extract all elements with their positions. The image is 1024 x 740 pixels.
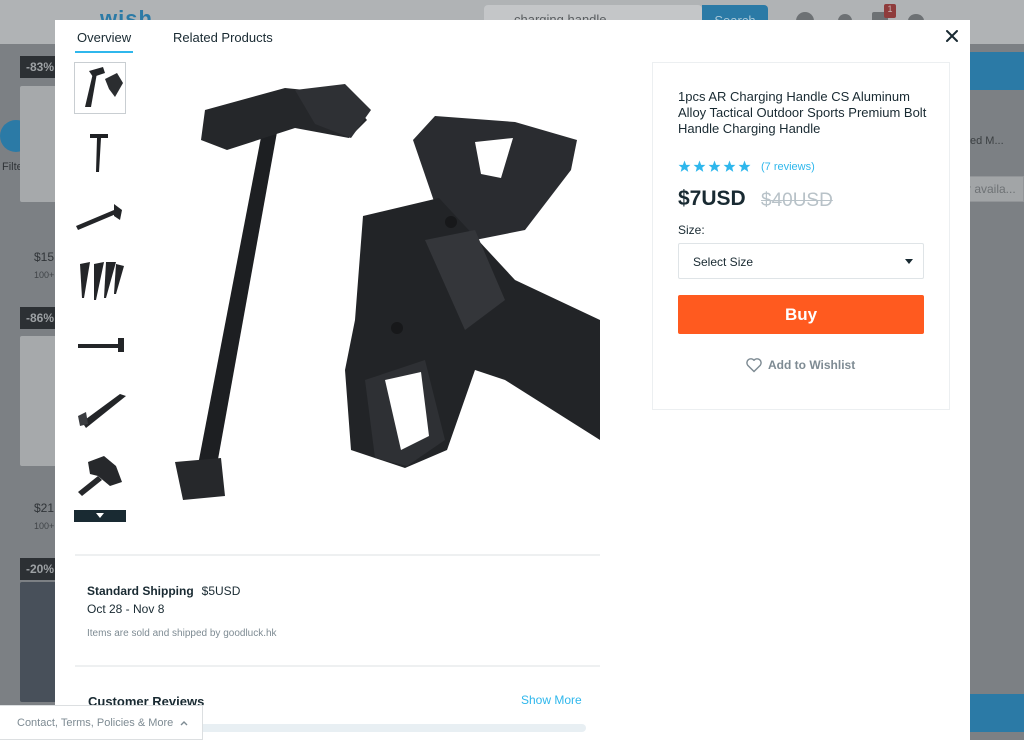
product-title: 1pcs AR Charging Handle CS Aluminum Allo… [678,89,927,136]
product-thumbnail-image [90,134,108,172]
product-modal: Overview Related Products Standard Shipp… [55,20,970,740]
chevron-down-icon [96,513,104,518]
buy-button[interactable]: Buy [678,295,924,334]
background-sub: 100+ [34,521,55,531]
product-info-panel: 1pcs AR Charging Handle CS Aluminum Allo… [652,62,950,410]
background-price: $15 [34,250,55,264]
product-thumbnail-image [78,394,126,428]
thumbnail[interactable] [74,62,126,114]
thumbnail[interactable] [74,126,126,178]
size-select-value: Select Size [693,255,754,269]
thumbnail-scroll-down-button[interactable] [74,510,126,522]
rating-stars: (7 reviews) [678,160,815,173]
product-thumbnail-image [76,204,122,230]
background-right-bar [970,52,1024,90]
thumbnail[interactable] [74,446,126,498]
review-count-link[interactable]: (7 reviews) [761,161,815,173]
shipping-title: Standard Shipping [87,584,194,598]
background-price: $21 [34,501,55,515]
background-right-text: ed M... [970,135,1004,147]
tab-overview[interactable]: Overview [74,30,134,53]
size-select[interactable]: Select Size [678,243,924,279]
add-to-wishlist-button[interactable]: Add to Wishlist [745,357,855,373]
shipping-price: $5USD [201,584,241,598]
thumbnail[interactable] [74,382,126,434]
product-thumbnail-image [78,338,124,352]
star-icon [708,160,721,172]
chevron-up-icon [180,721,188,726]
footer-link-label: Contact, Terms, Policies & More [17,717,174,729]
wishlist-label: Add to Wishlist [768,358,856,372]
tab-related-products[interactable]: Related Products [173,30,273,45]
background-product-image [20,336,60,466]
section-divider [75,554,600,556]
size-label: Size: [678,223,705,237]
background-sub: 100+ [34,270,55,280]
section-divider [75,665,600,667]
thumbnail[interactable] [74,190,126,242]
main-product-image [175,84,600,500]
product-thumbnail-image [85,67,123,107]
star-icon [738,160,751,172]
original-price: $40USD [761,190,833,211]
footer-policies-link[interactable]: Contact, Terms, Policies & More [0,705,203,740]
thumbnail[interactable] [74,318,126,370]
cart-count-badge: 1 [884,4,896,18]
caret-down-icon [905,259,913,264]
heart-outline-icon [746,358,762,373]
show-more-reviews-link[interactable]: Show More [521,693,582,707]
background-product-image [20,582,60,702]
background-discount-badge: -20% [20,558,56,580]
product-thumbnail-image [80,262,124,300]
thumbnail[interactable] [74,254,126,306]
background-discount-badge: -83% [20,56,56,78]
background-right-bar [970,694,1024,732]
seller-info: Items are sold and shipped by goodluck.h… [87,628,277,639]
star-icon [693,160,706,172]
close-button[interactable] [942,26,962,46]
current-price: $7USD [678,187,746,210]
shipping-info: Standard Shipping $5USD Oct 28 - Nov 8 It… [87,582,277,639]
close-icon [946,30,958,42]
star-icon [678,160,691,172]
shipping-dates: Oct 28 - Nov 8 [87,602,165,616]
background-discount-badge: -86% [20,307,56,329]
star-icon [723,160,736,172]
product-thumbnail-image [78,456,122,496]
background-product-image [20,86,60,202]
